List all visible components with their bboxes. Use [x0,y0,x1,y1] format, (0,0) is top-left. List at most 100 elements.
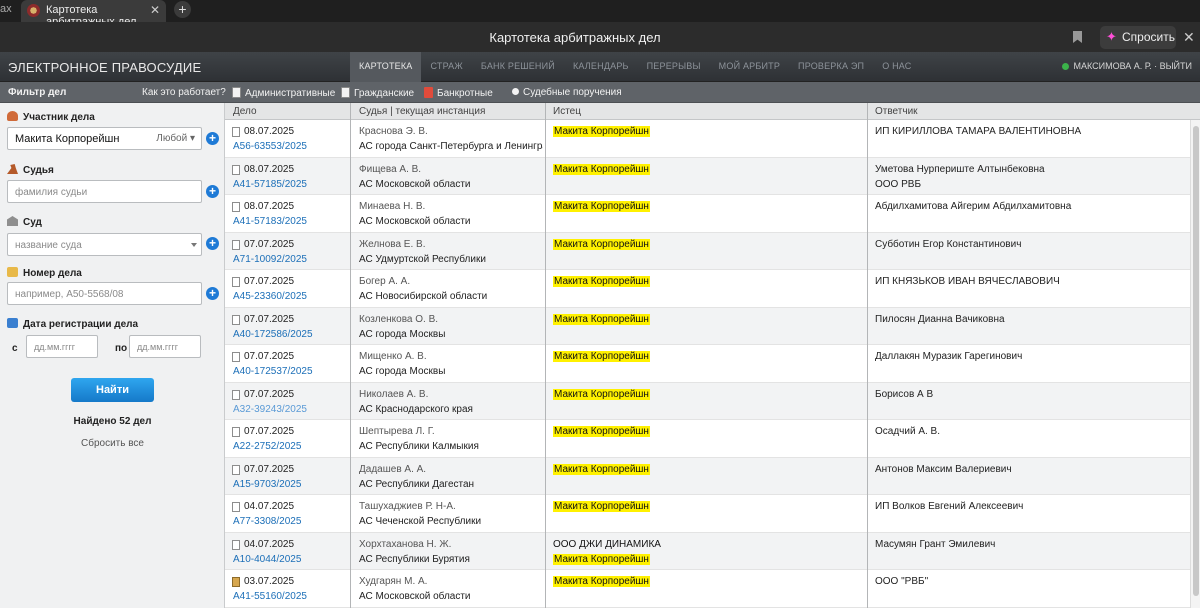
nav-strazh[interactable]: СТРАЖ [421,52,471,82]
add-court-button[interactable]: + [206,237,219,250]
judge-input[interactable]: фамилия судьи [7,180,202,203]
participant-label: Участник дела [7,111,95,123]
plaintiff-text: ООО ДЖИ ДИНАМИКА [553,538,661,550]
participant-input[interactable]: Макита Корпорейшн Любой ▾ [7,127,202,150]
nav-bank-resheniy[interactable]: БАНК РЕШЕНИЙ [472,52,564,82]
case-number-link[interactable]: А41-57183/2025 [233,216,307,227]
site-header: ЭЛЕКТРОННОЕ ПРАВОСУДИЕ КАРТОТЕКА СТРАЖ Б… [0,52,1200,82]
judge-name: Козленкова О. В. [359,313,439,325]
filter-bar: Фильтр дел Как это работает? Администрат… [0,82,1200,103]
case-number-link[interactable]: А77-3308/2025 [233,516,301,527]
defendant-name: ООО РВБ [875,178,922,190]
table-row[interactable]: 08.07.2025 А41-57185/2025 Фищева А. В. АС М… [225,157,1190,195]
case-number-link[interactable]: А10-4044/2025 [233,554,301,565]
find-button[interactable]: Найти [71,378,154,402]
case-number-link[interactable]: А41-57185/2025 [233,179,307,190]
category-court-orders[interactable]: Судебные поручения [512,87,622,98]
plaintiff-text: Макита Корпорейшн [553,501,650,512]
previous-tab[interactable]: ax [0,3,12,15]
nav-proverka-ep[interactable]: ПРОВЕРКА ЭП [789,52,873,82]
plaintiff-text: Макита Корпорейшн [553,576,650,587]
defendant-name: Даллакян Муразик Гарегинович [875,351,1023,362]
case-number-link[interactable]: А15-9703/2025 [233,479,301,490]
active-tab[interactable]: Картотека арбитражных дел ✕ [21,0,166,28]
case-date: 07.07.2025 [244,313,295,325]
reset-all-link[interactable]: Сбросить все [0,438,225,449]
calendar-icon [7,318,18,328]
document-icon [232,389,240,400]
participant-label-text: Участник дела [23,112,95,123]
filter-title: Фильтр дел [8,87,67,98]
participant-role-select[interactable]: Любой ▾ [156,133,195,144]
table-row[interactable]: 07.07.2025 А22-2752/2025 Шептырева Л. Г. АС… [225,420,1190,458]
table-row[interactable]: 07.07.2025 А32-39243/2025 Николаев А. В. АС… [225,382,1190,420]
category-administrative[interactable]: Административные [232,87,335,99]
user-menu[interactable]: МАКСИМОВА А. Р. · ВЫЙТИ [1062,61,1192,71]
add-participant-button[interactable]: + [206,132,219,145]
table-row[interactable]: 04.07.2025 А10-4044/2025 Хорхтаханова Н. Ж… [225,532,1190,570]
plaintiff-name: Макита Корпорейшн [553,238,650,250]
court-name: АС города Санкт-Петербурга и Ленинградс [359,141,543,152]
case-number-link[interactable]: А45-23360/2025 [233,291,307,302]
case-number-link[interactable]: А40-172586/2025 [233,329,313,340]
add-judge-button[interactable]: + [206,185,219,198]
table-row[interactable]: 04.07.2025 А77-3308/2025 Ташухаджиев Р. Н-… [225,495,1190,533]
table-row[interactable]: 07.07.2025 А71-10092/2025 Желнова Е. В. АС … [225,232,1190,270]
chevron-down-icon[interactable] [191,243,197,247]
new-tab-button[interactable]: + [174,1,191,18]
plaintiff-text: Макита Корпорейшн [553,126,650,137]
table-row[interactable]: 08.07.2025 А41-57183/2025 Минаева Н. В. АС … [225,195,1190,233]
case-date: 04.07.2025 [244,538,295,550]
scrollbar[interactable] [1190,120,1200,608]
case-number-link[interactable]: А41-55160/2025 [233,591,307,602]
nav-moy-arbitr[interactable]: МОЙ АРБИТР [710,52,789,82]
close-tab-icon[interactable]: ✕ [150,3,160,17]
table-row[interactable]: 07.07.2025 А15-9703/2025 Дадашев А. А. АС Р… [225,457,1190,495]
court-name: АС Московской области [359,591,471,602]
header-plaintiff: Истец [553,106,581,117]
court-orders-icon [512,88,519,95]
results-table: Дело Судья | текущая инстанция Истец Отв… [225,103,1200,608]
case-number-link[interactable]: А22-2752/2025 [233,441,301,452]
defendant-name: ИП Волков Евгений Алексеевич [875,501,1024,512]
date-to-input[interactable]: дд.мм.гггг [129,335,201,358]
add-case-number-button[interactable]: + [206,287,219,300]
found-count: Найдено 52 дел [73,416,152,427]
category-bankruptcy[interactable]: Банкротные [424,87,493,99]
how-it-works-link[interactable]: Как это работает? [142,87,226,98]
category-civil[interactable]: Гражданские [341,87,414,99]
case-number-link[interactable]: А56-63553/2025 [233,141,307,152]
participant-role-value: Любой [156,133,188,144]
plaintiff-name: Макита Корпорейшн [553,501,650,512]
table-row[interactable]: 03.07.2025 А41-55160/2025 Худгарян М. А. АС… [225,570,1190,608]
document-icon [232,502,240,512]
ask-button[interactable]: ✦ Спросить [1100,26,1176,49]
nav-kalendar[interactable]: КАЛЕНДАРЬ [564,52,638,82]
case-number-link[interactable]: А40-172537/2025 [233,366,313,377]
table-row[interactable]: 07.07.2025 А45-23360/2025 Богер А. А. АС Но… [225,270,1190,308]
plaintiff-text: Макита Корпорейшн [553,463,650,475]
table-row[interactable]: 07.07.2025 А40-172586/2025 Козленкова О. В… [225,307,1190,345]
plaintiff-name: Макита Корпорейшн [553,201,650,212]
nav-kartoteka[interactable]: КАРТОТЕКА [350,52,422,82]
page-title[interactable]: Картотека арбитражных дел [0,30,1150,45]
online-status-icon [1062,63,1070,70]
case-number-link[interactable]: А32-39243/2025 [233,404,307,415]
gavel-icon [7,164,18,174]
case-number-input[interactable]: например, А50-5568/08 [7,282,202,305]
scroll-thumb[interactable] [1193,126,1199,596]
site-logo[interactable]: ЭЛЕКТРОННОЕ ПРАВОСУДИЕ [8,60,201,75]
nav-o-nas[interactable]: О НАС [873,52,920,82]
table-row[interactable]: 08.07.2025 А56-63553/2025 Краснова Э. В. АС… [225,120,1190,158]
case-date: 07.07.2025 [244,388,295,400]
plaintiff-name: Макита Корпорейшн [553,553,650,565]
nav-pereryvy[interactable]: ПЕРЕРЫВЫ [638,52,710,82]
document-icon [232,352,240,362]
table-row[interactable]: 07.07.2025 А40-172537/2025 Мищенко А. В. АС… [225,345,1190,383]
date-from-input[interactable]: дд.мм.гггг [26,335,98,358]
filter-sidebar: Участник дела Макита Корпорейшн Любой ▾ … [0,103,225,608]
close-window-icon[interactable]: ✕ [1183,29,1195,46]
court-input[interactable]: название суда [7,233,202,256]
plaintiff-name: Макита Корпорейшн [553,351,650,362]
case-number-link[interactable]: А71-10092/2025 [233,254,307,265]
